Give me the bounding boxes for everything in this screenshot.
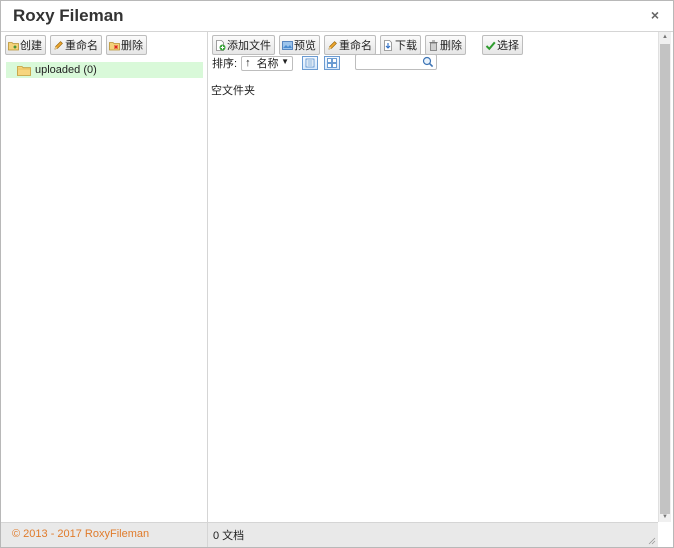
folder-toolbar: 创建 重命名 删除: [5, 35, 147, 55]
folder-add-icon: [8, 41, 19, 50]
rename-file-label: 重命名: [339, 40, 372, 52]
scroll-up-icon[interactable]: ▲: [659, 32, 671, 42]
sort-row: 排序: ↑ 名称 ▼: [212, 54, 341, 72]
window-title: Roxy Fileman: [13, 6, 124, 25]
empty-folder-message: 空文件夹: [211, 85, 255, 97]
sort-selected-value: 名称: [256, 58, 279, 70]
trash-icon: [429, 40, 438, 51]
folders-pane: 创建 重命名 删除 uploaded (0): [1, 32, 208, 522]
search-icon[interactable]: [422, 56, 434, 68]
delete-file-button[interactable]: 删除: [425, 35, 466, 55]
roxy-fileman-dialog: Roxy Fileman × 创建 重命名 删除 uploaded (0) 添加…: [0, 0, 674, 548]
resize-grip-icon[interactable]: [648, 537, 656, 545]
close-icon[interactable]: ×: [651, 7, 659, 23]
vertical-scrollbar[interactable]: ▲ ▼: [658, 32, 671, 522]
status-bar: © 2013 - 2017 RoxyFileman 0 文档: [1, 522, 658, 547]
scroll-down-icon[interactable]: ▼: [659, 512, 671, 522]
sort-select[interactable]: ↑ 名称 ▼: [241, 55, 294, 71]
delete-folder-label: 删除: [121, 40, 143, 52]
add-file-label: 添加文件: [227, 40, 271, 52]
file-count-text: 0 文档: [207, 523, 244, 547]
files-pane: 添加文件 预览 重命名 下载 删除 选择 排序: ↑ 名称 ▼ 空文件夹: [208, 32, 657, 522]
checkmark-icon: [485, 41, 496, 50]
chevron-down-icon: ▼: [281, 56, 290, 66]
folder-tree-label: uploaded (0): [35, 64, 97, 76]
create-folder-button[interactable]: 创建: [5, 35, 46, 55]
scrollbar-thumb[interactable]: [660, 44, 670, 514]
rename-file-button[interactable]: 重命名: [324, 35, 376, 55]
select-button[interactable]: 选择: [482, 35, 523, 55]
title-bar: Roxy Fileman ×: [1, 1, 673, 32]
folder-icon: [17, 65, 31, 76]
search-input[interactable]: [356, 55, 422, 68]
folder-delete-icon: [109, 41, 120, 50]
download-label: 下载: [395, 40, 417, 52]
rename-folder-label: 重命名: [65, 40, 98, 52]
thumbnail-view-icon: [327, 58, 337, 68]
delete-folder-button[interactable]: 删除: [106, 35, 147, 55]
download-button[interactable]: 下载: [380, 35, 421, 55]
pencil-icon: [54, 40, 63, 49]
download-icon: [384, 39, 392, 51]
thumbnail-view-button[interactable]: [324, 56, 341, 70]
folder-tree-item-uploaded[interactable]: uploaded (0): [6, 62, 203, 78]
copyright-text: © 2013 - 2017 RoxyFileman: [12, 528, 150, 540]
search-box: [355, 54, 437, 70]
file-toolbar: 添加文件 预览 重命名 下载 删除 选择: [212, 35, 523, 55]
delete-file-label: 删除: [440, 40, 462, 52]
sort-label: 排序:: [212, 58, 238, 70]
pencil-icon: [328, 40, 337, 49]
rename-folder-button[interactable]: 重命名: [50, 35, 102, 55]
file-add-icon: [216, 39, 226, 51]
preview-button[interactable]: 预览: [279, 35, 320, 55]
create-folder-label: 创建: [20, 40, 42, 52]
sort-direction-icon: ↑: [245, 57, 251, 69]
list-view-button[interactable]: [302, 56, 319, 70]
add-file-button[interactable]: 添加文件: [212, 35, 275, 55]
preview-icon: [282, 40, 293, 50]
select-label: 选择: [497, 40, 519, 52]
preview-label: 预览: [294, 40, 316, 52]
list-view-icon: [305, 58, 315, 68]
